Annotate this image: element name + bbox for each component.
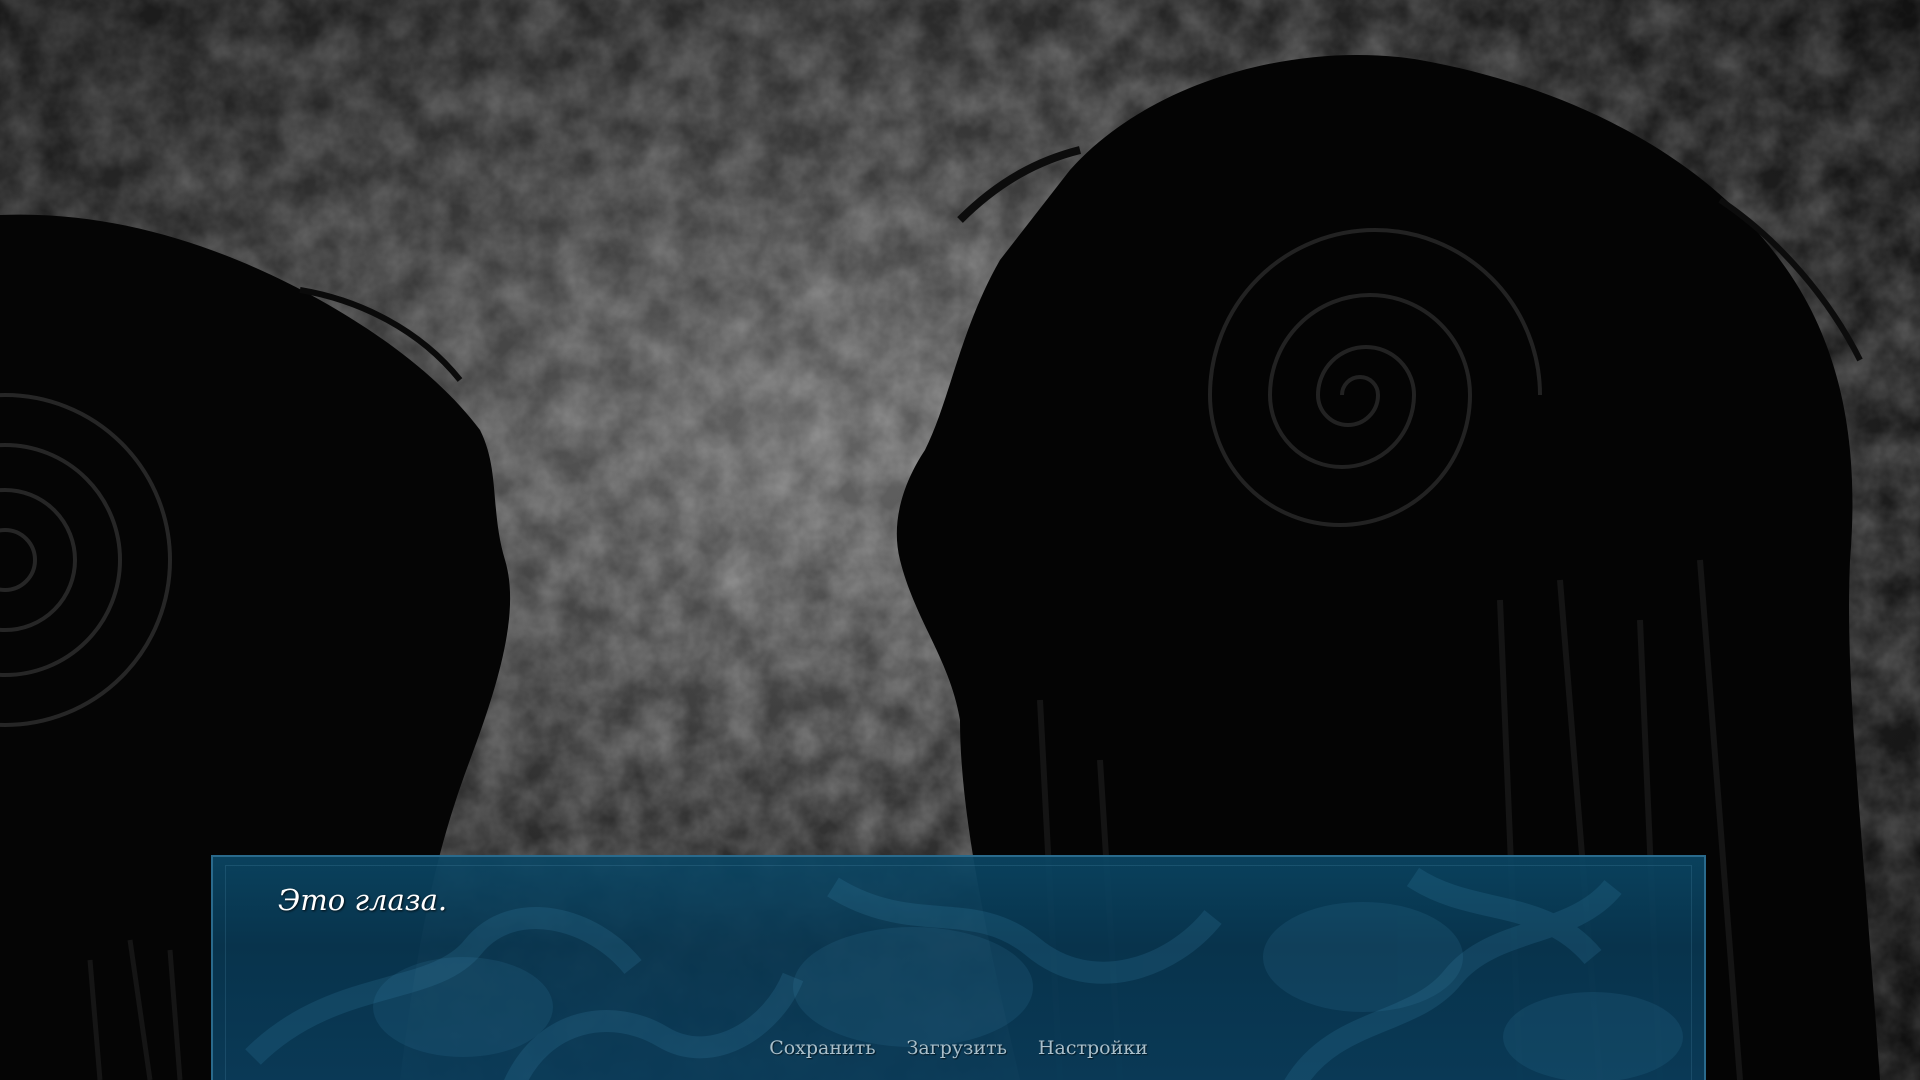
save-button[interactable]: Сохранить (769, 1037, 875, 1059)
game-scene[interactable]: Это глаза. Сохранить Загрузить Настройки (0, 0, 1920, 1080)
quick-menu: Сохранить Загрузить Настройки (213, 1037, 1704, 1059)
dialogue-box[interactable]: Это глаза. Сохранить Загрузить Настройки (211, 855, 1706, 1080)
dialogue-text: Это глаза. (278, 883, 448, 917)
load-button[interactable]: Загрузить (907, 1037, 1007, 1059)
settings-button[interactable]: Настройки (1038, 1037, 1148, 1059)
